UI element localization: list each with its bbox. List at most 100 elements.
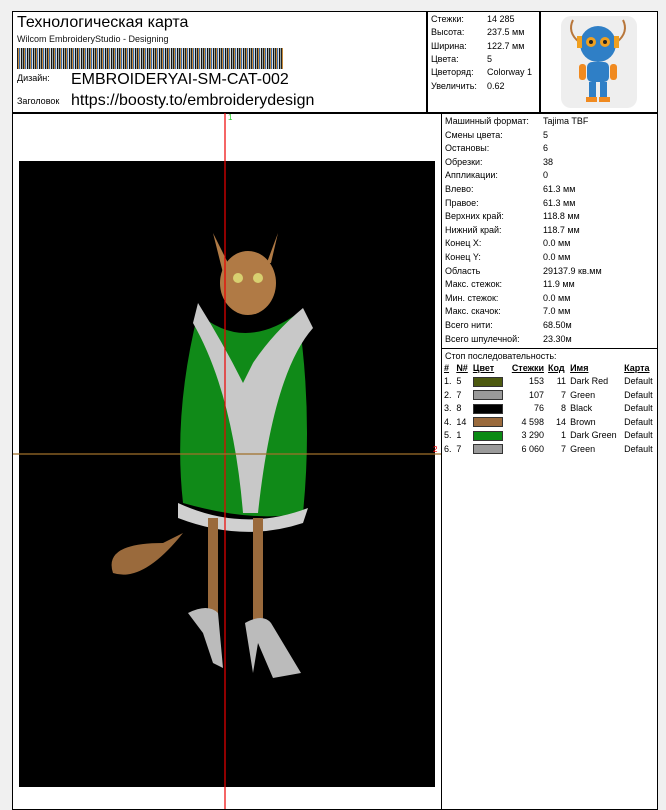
info-row: Нижний край: 118.7 мм xyxy=(445,224,657,238)
robot-thumbnail xyxy=(539,12,657,112)
color-code: 8 xyxy=(561,403,567,414)
info-row: Смены цвета: 5 xyxy=(445,129,657,143)
color-name: Dark Green xyxy=(570,430,617,441)
stitch-count: 4 598 xyxy=(521,416,545,427)
info-row: Макс. стежок: 11.9 мм xyxy=(445,278,657,292)
info-row: Обрезки: 38 xyxy=(445,156,657,170)
info-value: Tajima TBF xyxy=(543,116,589,126)
info-value: 11.9 мм xyxy=(543,279,575,290)
needle-number: 5 xyxy=(456,376,462,387)
color-swatch-cell xyxy=(471,375,507,389)
heading-label: Заголовок xyxy=(17,96,60,106)
vertical-axis-label: 1 xyxy=(228,113,233,122)
stat-value: 0.62 xyxy=(487,80,505,91)
row-index: 6. xyxy=(444,443,452,454)
barcode xyxy=(17,48,283,69)
stat-value: 122.7 мм xyxy=(487,40,525,51)
info-row: Машинный формат: Tajima TBF xyxy=(445,115,657,129)
info-value: 118.7 мм xyxy=(543,224,580,235)
color-code: 11 xyxy=(556,376,567,387)
stat-value: 5 xyxy=(487,53,493,64)
info-value: 118.8 мм xyxy=(543,211,580,222)
stat-row: Высота: 237.5 мм xyxy=(431,27,524,40)
stat-label: Стежки: xyxy=(431,14,464,24)
color-swatch-cell xyxy=(471,388,507,402)
color-swatch-cell xyxy=(471,402,507,416)
info-label: Область xyxy=(445,265,481,276)
info-label: Машинный формат: xyxy=(445,116,529,126)
row-index: 2. xyxy=(444,389,452,400)
stat-row: Ширина: 122.7 мм xyxy=(431,41,524,54)
info-label: Правое: xyxy=(445,197,479,208)
info-label: Всего шпулечной: xyxy=(445,333,520,344)
stitch-count: 153 xyxy=(529,376,545,387)
stop-sequence-title: Стоп последовательность: xyxy=(445,351,557,362)
info-value: 61.3 мм xyxy=(543,197,576,208)
color-swatch xyxy=(472,417,503,428)
header: Технологическая карта Wilcom EmbroideryS… xyxy=(13,12,657,114)
table-row: 2. 7 107 7 Green Default xyxy=(442,388,657,402)
column-header: Имя xyxy=(570,362,589,373)
color-swatch xyxy=(472,376,503,387)
column-header: Карта xyxy=(624,362,650,373)
color-swatch xyxy=(472,444,503,455)
stitch-count: 3 290 xyxy=(521,430,545,441)
info-label: Нижний край: xyxy=(445,224,502,235)
needle-number: 7 xyxy=(456,443,462,454)
info-value: 68.50м xyxy=(543,319,572,330)
row-index: 3. xyxy=(444,403,452,414)
info-value: 0 xyxy=(543,170,549,181)
info-label: Конец Y: xyxy=(445,251,481,262)
design-preview: 1 2 xyxy=(13,113,442,809)
stat-row: Увеличить: 0.62 xyxy=(431,80,505,94)
info-label: Остановы: xyxy=(445,143,490,154)
info-label: Обрезки: xyxy=(445,156,483,167)
stop-sequence: Стоп последовательность: # N# Цвет Стежки Ко… xyxy=(442,348,657,456)
color-code: 7 xyxy=(561,389,567,400)
color-name: Brown xyxy=(570,416,596,427)
needle-number: 7 xyxy=(456,389,462,400)
info-value: 5 xyxy=(543,129,549,140)
info-row: Конец X: 0.0 мм xyxy=(445,237,657,251)
info-value: 6 xyxy=(543,143,549,154)
color-code: 14 xyxy=(556,416,567,427)
needle-number: 8 xyxy=(456,403,462,414)
heading-value: https://boosty.to/embroiderydesign xyxy=(71,92,315,109)
needle-number: 1 xyxy=(456,430,462,441)
chart-name: Default xyxy=(624,403,653,414)
column-header: Стежки xyxy=(511,362,545,373)
software-name: Wilcom EmbroideryStudio - Designing xyxy=(17,34,169,44)
row-index: 5. xyxy=(444,430,452,441)
info-value: 0.0 мм xyxy=(543,292,571,303)
color-code: 7 xyxy=(561,443,567,454)
color-swatch xyxy=(472,390,503,401)
color-swatch xyxy=(472,430,503,441)
info-row: Правое: 61.3 мм xyxy=(445,197,657,211)
column-header: # xyxy=(444,362,450,373)
info-label: Аппликации: xyxy=(445,170,498,181)
color-swatch xyxy=(472,403,503,414)
chart-name: Default xyxy=(624,430,653,441)
info-label: Конец X: xyxy=(445,238,482,249)
stitch-count: 6 060 xyxy=(521,443,545,454)
stitch-count: 76 xyxy=(534,403,545,414)
info-value: 38 xyxy=(543,156,554,167)
info-value: 0.0 мм xyxy=(543,238,571,249)
stat-label: Высота: xyxy=(431,27,465,38)
color-code: 1 xyxy=(561,430,567,441)
info-row: Всего шпулечной: 23.30м xyxy=(445,333,657,347)
info-value: 61.3 мм xyxy=(543,183,576,194)
info-value: 29137.9 кв.мм xyxy=(543,265,602,276)
page-title: Технологическая карта xyxy=(17,14,189,31)
color-swatch-cell xyxy=(471,442,507,456)
table-row: 3. 8 76 8 Black Default xyxy=(442,402,657,416)
color-swatch-cell xyxy=(471,429,507,443)
stat-label: Увеличить: xyxy=(431,80,477,91)
design-label: Дизайн: xyxy=(17,73,50,83)
stat-value: Colorway 1 xyxy=(487,67,533,78)
table-row: 1. 5 153 11 Dark Red Default xyxy=(442,375,657,389)
stop-sequence-table: # N# Цвет Стежки Код Имя Карта 1. 5 153 11 Dark Re… xyxy=(442,361,657,456)
info-label: Верхних край: xyxy=(445,211,504,222)
chart-name: Default xyxy=(624,416,653,427)
chart-name: Default xyxy=(624,443,653,454)
